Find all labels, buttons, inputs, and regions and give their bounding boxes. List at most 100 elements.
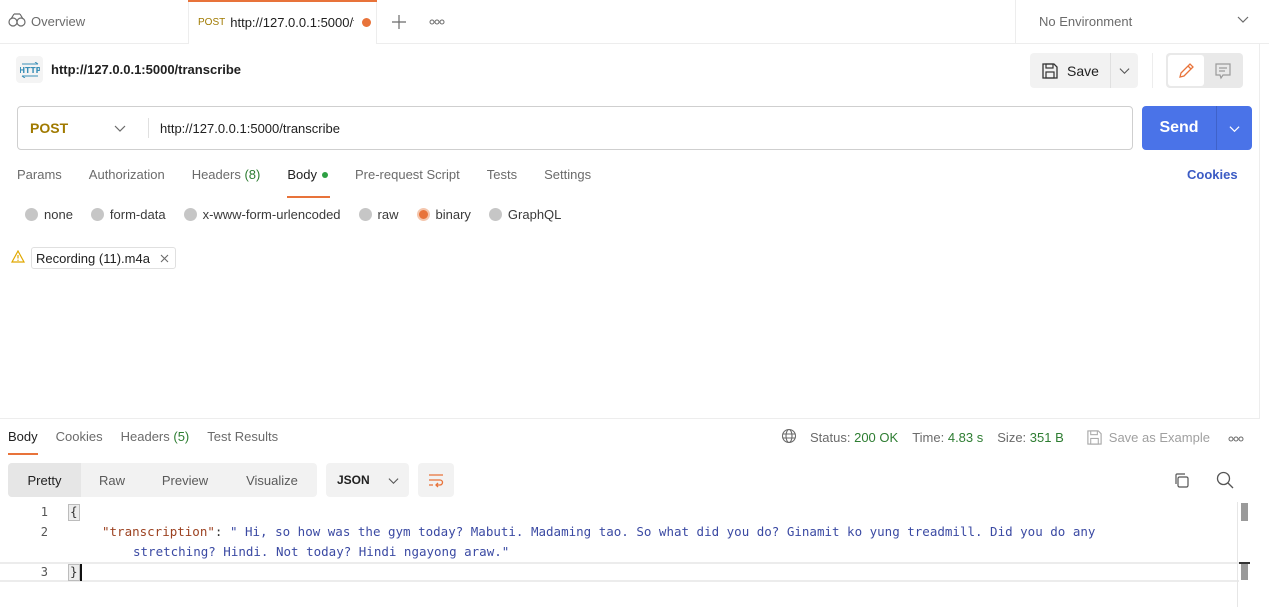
environment-select[interactable]: No Environment xyxy=(1015,0,1269,43)
tab-label: Tests xyxy=(486,167,518,182)
copy-button[interactable] xyxy=(1170,469,1192,491)
status[interactable]: Status: 200 OK xyxy=(810,430,898,445)
request-tabs: Params Authorization Headers (8) Body Pr… xyxy=(17,166,618,198)
wrap-lines-button[interactable] xyxy=(418,463,454,497)
tab-more-button[interactable] xyxy=(421,0,453,43)
radio-x-www-form-urlencoded[interactable]: x-www-form-urlencoded xyxy=(183,207,341,222)
plus-icon xyxy=(392,14,406,29)
tab-tests[interactable]: Tests xyxy=(487,166,517,194)
line-number: 1 xyxy=(40,505,48,519)
save-icon xyxy=(1042,62,1058,79)
radio-form-data[interactable]: form-data xyxy=(90,207,166,222)
method-label: POST xyxy=(30,120,69,136)
radio-icon[interactable] xyxy=(416,208,430,221)
search-button[interactable] xyxy=(1214,469,1236,491)
response-tab-cookies[interactable]: Cookies xyxy=(56,428,103,454)
tab-request-active[interactable]: POST http://127.0.0.1:5000/t xyxy=(188,0,377,44)
response-tab-test-results[interactable]: Test Results xyxy=(207,428,278,454)
radio-label: GraphQL xyxy=(507,207,562,222)
tab-label: Body xyxy=(287,167,317,182)
view-mode-toggle xyxy=(1166,53,1243,88)
view-pretty[interactable]: Pretty xyxy=(8,463,81,497)
radio-none[interactable]: none xyxy=(25,207,73,222)
view-raw[interactable]: Raw xyxy=(81,463,143,497)
wrap-icon xyxy=(429,474,444,488)
scrollbar-marker[interactable] xyxy=(1239,562,1250,580)
chevron-down-icon xyxy=(1237,13,1249,28)
format-select[interactable]: JSON xyxy=(326,463,409,497)
tab-label: Authorization xyxy=(88,167,165,182)
overview-icon xyxy=(8,13,26,30)
method-select[interactable]: POST xyxy=(18,120,148,136)
close-icon xyxy=(160,254,169,262)
copy-icon xyxy=(1174,472,1189,488)
comments-button[interactable] xyxy=(1204,55,1241,86)
response-tab-body[interactable]: Body xyxy=(8,428,38,455)
save-as-example-button[interactable]: Save as Example xyxy=(1086,429,1210,446)
radio-label: x-www-form-urlencoded xyxy=(202,207,341,222)
format-label: JSON xyxy=(337,473,370,487)
file-name: Recording (11).m4a xyxy=(36,250,150,266)
binary-file-row: Recording (11).m4a xyxy=(10,247,176,269)
scrollbar-track xyxy=(1237,502,1238,607)
open-brace: { xyxy=(68,504,80,521)
url-input[interactable] xyxy=(160,120,1060,136)
save-options-button[interactable] xyxy=(1110,53,1138,88)
view-preview[interactable]: Preview xyxy=(143,463,227,497)
tab-headers[interactable]: Headers (8) xyxy=(192,166,261,194)
save-button[interactable]: Save xyxy=(1030,53,1110,88)
radio-icon[interactable] xyxy=(358,208,372,221)
tab-params[interactable]: Params xyxy=(17,166,62,194)
json-colon: : xyxy=(214,524,230,539)
divider xyxy=(1152,53,1153,88)
json-key: "transcription" xyxy=(102,524,215,539)
send-button[interactable]: Send xyxy=(1142,106,1216,150)
remove-file-button[interactable] xyxy=(160,251,169,266)
send-options-button[interactable] xyxy=(1216,106,1252,150)
new-tab-button[interactable] xyxy=(377,0,421,43)
tab-label: Headers xyxy=(191,167,241,182)
save-group: Save xyxy=(1030,53,1138,88)
radio-icon[interactable] xyxy=(488,208,502,221)
code-line: 2 "transcription": " Hi, so how was the … xyxy=(0,522,1239,542)
save-icon xyxy=(1087,430,1102,445)
radio-raw[interactable]: raw xyxy=(358,207,399,222)
json-value: " Hi, so how was the gym today? Mabuti. … xyxy=(229,524,1096,539)
radio-icon[interactable] xyxy=(25,208,38,221)
radio-label: raw xyxy=(377,207,399,222)
scrollbar-thumb[interactable] xyxy=(1241,503,1248,521)
response-tab-headers[interactable]: Headers (5) xyxy=(121,428,190,454)
tab-settings[interactable]: Settings xyxy=(544,166,591,194)
pencil-icon xyxy=(1179,62,1194,78)
size[interactable]: Size: 351 B xyxy=(997,430,1064,445)
time[interactable]: Time: 4.83 s xyxy=(912,430,983,445)
radio-graphql[interactable]: GraphQL xyxy=(488,207,562,222)
size-label: Size: xyxy=(997,430,1027,445)
size-value: 351 B xyxy=(1029,430,1064,445)
tab-overview[interactable]: Overview xyxy=(0,0,188,43)
response-body-editor[interactable]: 1 { 2 "transcription": " Hi, so how was … xyxy=(0,502,1239,582)
cookies-link[interactable]: Cookies xyxy=(1187,167,1238,182)
view-visualize[interactable]: Visualize xyxy=(227,463,317,497)
unsaved-indicator-icon[interactable] xyxy=(362,17,372,27)
divider xyxy=(0,418,1259,419)
radio-icon[interactable] xyxy=(90,208,104,221)
chevron-down-icon xyxy=(1119,68,1130,75)
tab-pre-request-script[interactable]: Pre-request Script xyxy=(355,166,460,194)
url-bar: POST xyxy=(17,106,1133,150)
file-chip[interactable]: Recording (11).m4a xyxy=(31,247,176,269)
radio-icon[interactable] xyxy=(183,208,197,221)
body-type-radios: none form-data x-www-form-urlencoded raw… xyxy=(25,207,579,222)
radio-binary[interactable]: binary xyxy=(416,207,471,222)
response-more-button[interactable] xyxy=(1228,430,1244,445)
more-icon xyxy=(1228,436,1244,442)
tab-authorization[interactable]: Authorization xyxy=(89,166,165,194)
warning-icon xyxy=(10,249,26,266)
globe-icon[interactable] xyxy=(781,428,797,447)
save-label: Save xyxy=(1067,62,1099,79)
code-line: 3 } xyxy=(0,562,1239,582)
request-name[interactable]: http://127.0.0.1:5000/transcribe xyxy=(51,62,241,77)
environment-label: No Environment xyxy=(1039,14,1133,29)
edit-mode-button[interactable] xyxy=(1168,55,1204,86)
tab-body[interactable]: Body xyxy=(287,166,330,198)
